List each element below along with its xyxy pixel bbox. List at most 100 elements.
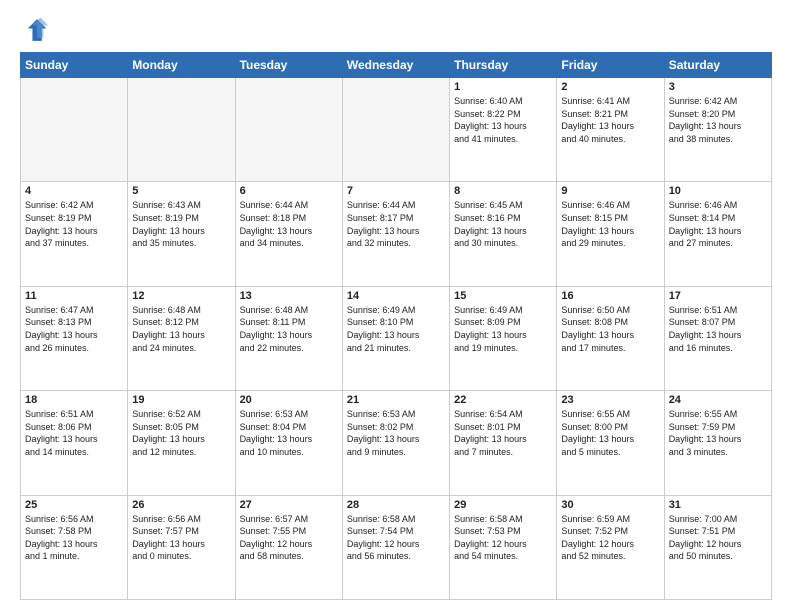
day-number: 28: [347, 499, 445, 511]
day-info: Sunrise: 6:46 AM Sunset: 8:14 PM Dayligh…: [669, 199, 767, 249]
day-number: 29: [454, 499, 552, 511]
day-number: 21: [347, 394, 445, 406]
day-number: 1: [454, 81, 552, 93]
day-info: Sunrise: 6:48 AM Sunset: 8:12 PM Dayligh…: [132, 304, 230, 354]
header: [20, 16, 772, 44]
day-info: Sunrise: 6:56 AM Sunset: 7:58 PM Dayligh…: [25, 513, 123, 563]
calendar-week-3: 11 Sunrise: 6:47 AM Sunset: 8:13 PM Dayli…: [21, 286, 772, 390]
day-number: 19: [132, 394, 230, 406]
day-info: Sunrise: 6:42 AM Sunset: 8:19 PM Dayligh…: [25, 199, 123, 249]
calendar-cell: 6 Sunrise: 6:44 AM Sunset: 8:18 PM Daylig…: [235, 182, 342, 286]
calendar-cell: 16Sunrise: 6:50 AM Sunset: 8:08 PM Dayli…: [557, 286, 664, 390]
calendar-cell: 1 Sunrise: 6:40 AM Sunset: 8:22 PM Daylig…: [450, 78, 557, 182]
calendar-cell: 4 Sunrise: 6:42 AM Sunset: 8:19 PM Daylig…: [21, 182, 128, 286]
calendar-header-friday: Friday: [557, 53, 664, 78]
day-number: 6: [240, 185, 338, 197]
day-number: 9: [561, 185, 659, 197]
calendar-header-thursday: Thursday: [450, 53, 557, 78]
day-number: 11: [25, 290, 123, 302]
calendar-cell: 25Sunrise: 6:56 AM Sunset: 7:58 PM Dayli…: [21, 495, 128, 599]
calendar-header-row: SundayMondayTuesdayWednesdayThursdayFrid…: [21, 53, 772, 78]
day-number: 4: [25, 185, 123, 197]
day-info: Sunrise: 6:51 AM Sunset: 8:07 PM Dayligh…: [669, 304, 767, 354]
calendar-cell: [128, 78, 235, 182]
day-number: 7: [347, 185, 445, 197]
calendar-cell: [21, 78, 128, 182]
calendar-cell: [235, 78, 342, 182]
day-info: Sunrise: 6:55 AM Sunset: 7:59 PM Dayligh…: [669, 408, 767, 458]
calendar-cell: 24 Sunrise: 6:55 AM Sunset: 7:59 PM Dayli…: [664, 391, 771, 495]
calendar-header-wednesday: Wednesday: [342, 53, 449, 78]
day-info: Sunrise: 6:40 AM Sunset: 8:22 PM Dayligh…: [454, 95, 552, 145]
calendar-header-tuesday: Tuesday: [235, 53, 342, 78]
calendar-cell: 8 Sunrise: 6:45 AM Sunset: 8:16 PM Daylig…: [450, 182, 557, 286]
day-number: 31: [669, 499, 767, 511]
day-number: 30: [561, 499, 659, 511]
calendar-cell: 18Sunrise: 6:51 AM Sunset: 8:06 PM Dayli…: [21, 391, 128, 495]
day-number: 8: [454, 185, 552, 197]
calendar-cell: 26Sunrise: 6:56 AM Sunset: 7:57 PM Dayli…: [128, 495, 235, 599]
calendar-cell: 17Sunrise: 6:51 AM Sunset: 8:07 PM Dayli…: [664, 286, 771, 390]
calendar-cell: 9 Sunrise: 6:46 AM Sunset: 8:15 PM Daylig…: [557, 182, 664, 286]
calendar-cell: 14Sunrise: 6:49 AM Sunset: 8:10 PM Dayli…: [342, 286, 449, 390]
day-info: Sunrise: 6:53 AM Sunset: 8:02 PM Dayligh…: [347, 408, 445, 458]
calendar-cell: 30 Sunrise: 6:59 AM Sunset: 7:52 PM Dayli…: [557, 495, 664, 599]
calendar-cell: 11 Sunrise: 6:47 AM Sunset: 8:13 PM Dayli…: [21, 286, 128, 390]
calendar-week-4: 18Sunrise: 6:51 AM Sunset: 8:06 PM Dayli…: [21, 391, 772, 495]
day-number: 26: [132, 499, 230, 511]
calendar-cell: 31 Sunrise: 7:00 AM Sunset: 7:51 PM Dayli…: [664, 495, 771, 599]
calendar-cell: 29 Sunrise: 6:58 AM Sunset: 7:53 PM Dayli…: [450, 495, 557, 599]
day-info: Sunrise: 6:53 AM Sunset: 8:04 PM Dayligh…: [240, 408, 338, 458]
day-info: Sunrise: 6:44 AM Sunset: 8:17 PM Dayligh…: [347, 199, 445, 249]
calendar: SundayMondayTuesdayWednesdayThursdayFrid…: [20, 52, 772, 600]
day-info: Sunrise: 6:58 AM Sunset: 7:54 PM Dayligh…: [347, 513, 445, 563]
day-info: Sunrise: 6:44 AM Sunset: 8:18 PM Dayligh…: [240, 199, 338, 249]
calendar-cell: 20 Sunrise: 6:53 AM Sunset: 8:04 PM Dayli…: [235, 391, 342, 495]
day-number: 27: [240, 499, 338, 511]
calendar-cell: 7 Sunrise: 6:44 AM Sunset: 8:17 PM Daylig…: [342, 182, 449, 286]
calendar-cell: 15 Sunrise: 6:49 AM Sunset: 8:09 PM Dayli…: [450, 286, 557, 390]
day-number: 10: [669, 185, 767, 197]
calendar-cell: 19Sunrise: 6:52 AM Sunset: 8:05 PM Dayli…: [128, 391, 235, 495]
day-number: 15: [454, 290, 552, 302]
day-info: Sunrise: 6:45 AM Sunset: 8:16 PM Dayligh…: [454, 199, 552, 249]
calendar-week-2: 4 Sunrise: 6:42 AM Sunset: 8:19 PM Daylig…: [21, 182, 772, 286]
day-info: Sunrise: 6:51 AM Sunset: 8:06 PM Dayligh…: [25, 408, 123, 458]
day-info: Sunrise: 6:55 AM Sunset: 8:00 PM Dayligh…: [561, 408, 659, 458]
calendar-cell: 2Sunrise: 6:41 AM Sunset: 8:21 PM Daylig…: [557, 78, 664, 182]
day-number: 5: [132, 185, 230, 197]
day-number: 12: [132, 290, 230, 302]
day-info: Sunrise: 6:59 AM Sunset: 7:52 PM Dayligh…: [561, 513, 659, 563]
day-info: Sunrise: 6:54 AM Sunset: 8:01 PM Dayligh…: [454, 408, 552, 458]
calendar-cell: 27 Sunrise: 6:57 AM Sunset: 7:55 PM Dayli…: [235, 495, 342, 599]
day-info: Sunrise: 6:57 AM Sunset: 7:55 PM Dayligh…: [240, 513, 338, 563]
day-number: 22: [454, 394, 552, 406]
day-info: Sunrise: 6:41 AM Sunset: 8:21 PM Dayligh…: [561, 95, 659, 145]
calendar-cell: [342, 78, 449, 182]
day-info: Sunrise: 6:47 AM Sunset: 8:13 PM Dayligh…: [25, 304, 123, 354]
calendar-header-saturday: Saturday: [664, 53, 771, 78]
page: SundayMondayTuesdayWednesdayThursdayFrid…: [0, 0, 792, 612]
day-number: 13: [240, 290, 338, 302]
calendar-cell: 5 Sunrise: 6:43 AM Sunset: 8:19 PM Daylig…: [128, 182, 235, 286]
day-number: 20: [240, 394, 338, 406]
calendar-header-monday: Monday: [128, 53, 235, 78]
day-number: 23: [561, 394, 659, 406]
day-info: Sunrise: 6:46 AM Sunset: 8:15 PM Dayligh…: [561, 199, 659, 249]
calendar-cell: 3Sunrise: 6:42 AM Sunset: 8:20 PM Daylig…: [664, 78, 771, 182]
logo-icon: [20, 16, 48, 44]
calendar-header-sunday: Sunday: [21, 53, 128, 78]
day-number: 24: [669, 394, 767, 406]
day-info: Sunrise: 7:00 AM Sunset: 7:51 PM Dayligh…: [669, 513, 767, 563]
calendar-cell: 10 Sunrise: 6:46 AM Sunset: 8:14 PM Dayli…: [664, 182, 771, 286]
calendar-cell: 22 Sunrise: 6:54 AM Sunset: 8:01 PM Dayli…: [450, 391, 557, 495]
calendar-week-5: 25Sunrise: 6:56 AM Sunset: 7:58 PM Dayli…: [21, 495, 772, 599]
day-info: Sunrise: 6:43 AM Sunset: 8:19 PM Dayligh…: [132, 199, 230, 249]
calendar-cell: 21 Sunrise: 6:53 AM Sunset: 8:02 PM Dayli…: [342, 391, 449, 495]
day-info: Sunrise: 6:58 AM Sunset: 7:53 PM Dayligh…: [454, 513, 552, 563]
day-info: Sunrise: 6:48 AM Sunset: 8:11 PM Dayligh…: [240, 304, 338, 354]
day-number: 14: [347, 290, 445, 302]
calendar-cell: 12 Sunrise: 6:48 AM Sunset: 8:12 PM Dayli…: [128, 286, 235, 390]
day-info: Sunrise: 6:49 AM Sunset: 8:09 PM Dayligh…: [454, 304, 552, 354]
calendar-cell: 23 Sunrise: 6:55 AM Sunset: 8:00 PM Dayli…: [557, 391, 664, 495]
